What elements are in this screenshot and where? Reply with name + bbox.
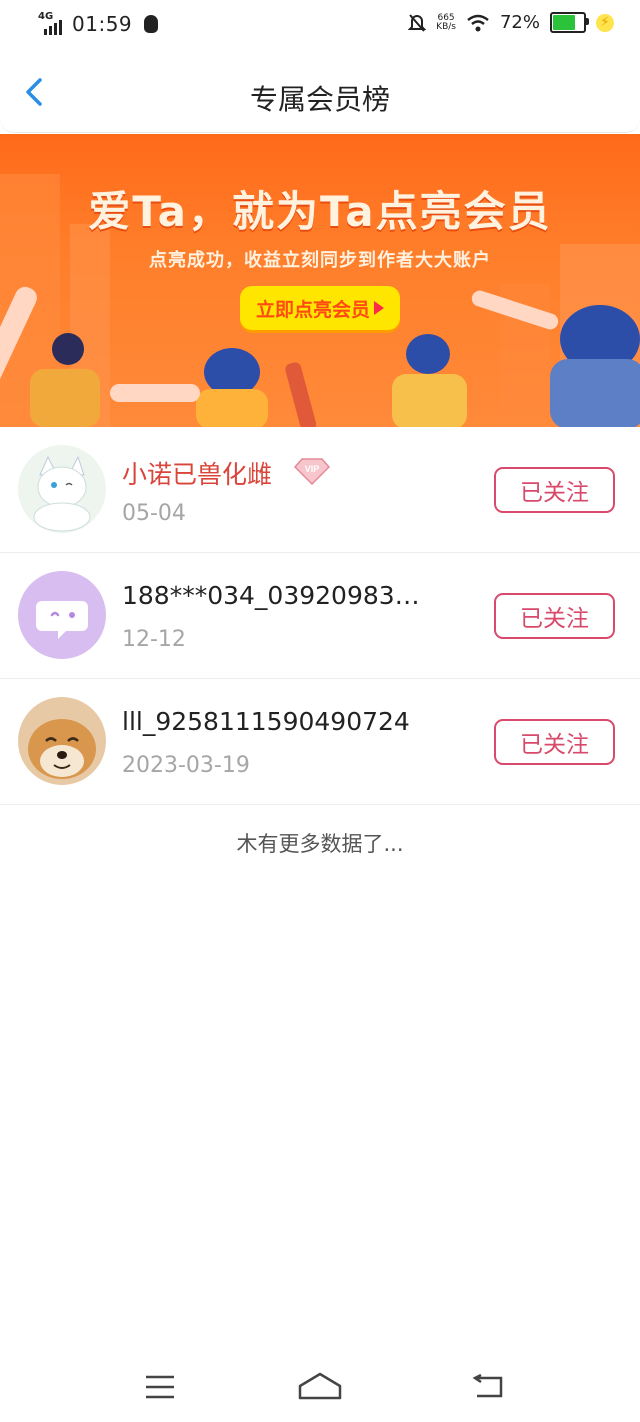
- battery-icon: [550, 12, 589, 33]
- avatar[interactable]: [18, 445, 106, 533]
- member-name: lll_9258111590490724: [122, 707, 410, 736]
- header: 专属会员榜: [0, 52, 640, 133]
- list-item[interactable]: 小诺已兽化雌 VIP 05-04 已关注: [0, 427, 640, 553]
- menu-icon: [146, 1375, 174, 1399]
- status-bar: 4G 01:59 665 KB/s 72% ⚡: [0, 0, 640, 52]
- qq-icon: [144, 15, 159, 33]
- cta-label: 立即点亮会员: [255, 298, 370, 321]
- member-date: 05-04: [122, 501, 186, 526]
- list-item[interactable]: lll_9258111590490724 2023-03-19 已关注: [0, 679, 640, 805]
- back-nav-button[interactable]: [458, 1362, 518, 1412]
- dog-avatar-icon: [18, 697, 106, 785]
- light-up-membership-button[interactable]: 立即点亮会员: [240, 286, 400, 330]
- following-button[interactable]: 已关注: [494, 467, 615, 513]
- net-speed: 665 KB/s: [436, 13, 456, 32]
- play-arrow-icon: [374, 301, 384, 315]
- battery-percent: 72%: [499, 12, 540, 33]
- promo-banner[interactable]: 爱Ta，就为Ta点亮会员 点亮成功，收益立刻同步到作者大大账户 立即点亮会员: [0, 134, 640, 427]
- avatar[interactable]: [18, 697, 106, 785]
- back-icon: [472, 1374, 503, 1398]
- signal-icon: 4G: [38, 11, 66, 35]
- no-more-data-text: 木有更多数据了...: [236, 832, 404, 856]
- banner-subtitle: 点亮成功，收益立刻同步到作者大大账户: [149, 250, 491, 271]
- page-title: 专属会员榜: [249, 83, 390, 116]
- clock: 01:59: [72, 12, 133, 36]
- net-speed-unit: KB/s: [436, 21, 456, 32]
- banner-title: 爱Ta，就为Ta点亮会员: [88, 187, 552, 236]
- home-icon: [298, 1372, 342, 1400]
- avatar[interactable]: [18, 571, 106, 659]
- member-list: 小诺已兽化雌 VIP 05-04 已关注 188***034_03920983……: [0, 427, 640, 805]
- system-nav-bar: [0, 1362, 640, 1412]
- wifi-icon: [467, 14, 489, 31]
- following-button[interactable]: 已关注: [494, 719, 615, 765]
- vip-label: VIP: [305, 464, 320, 474]
- list-item[interactable]: 188***034_03920983… 12-12 已关注: [0, 553, 640, 679]
- following-button[interactable]: 已关注: [494, 593, 615, 639]
- home-button[interactable]: [290, 1362, 350, 1412]
- vip-diamond-icon: VIP: [294, 458, 330, 485]
- member-name: 小诺已兽化雌: [122, 460, 273, 489]
- menu-button[interactable]: [130, 1362, 190, 1412]
- member-name: 188***034_03920983…: [122, 581, 420, 610]
- member-date: 2023-03-19: [122, 753, 250, 778]
- cat-avatar-icon: [18, 445, 106, 533]
- mute-bell-icon: [408, 13, 427, 32]
- chat-bubble-avatar-icon: [18, 571, 106, 659]
- member-date: 12-12: [122, 627, 186, 652]
- charging-icon: ⚡: [596, 13, 614, 32]
